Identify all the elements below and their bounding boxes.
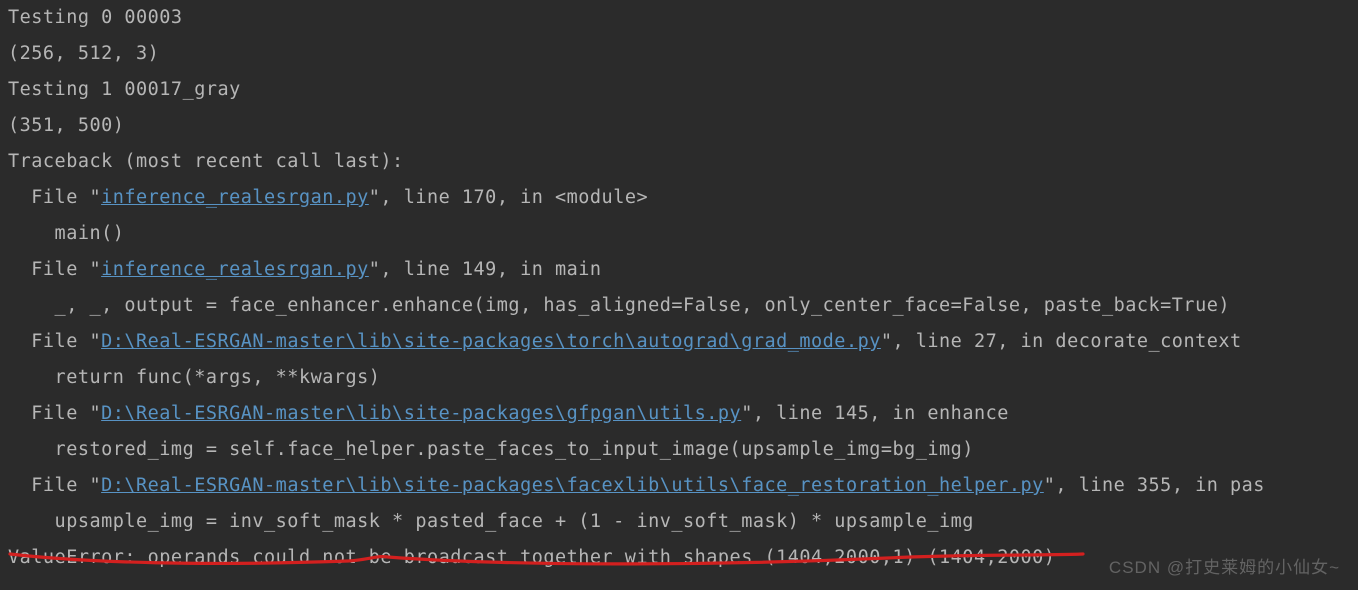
console-text: File " [8,187,101,208]
console-output[interactable]: Testing 0 00003 (256, 512, 3) Testing 1 … [0,0,1358,576]
console-text: ", line 27, in decorate_context [881,331,1242,352]
console-text: ", line 145, in enhance [741,403,1009,424]
console-text: Testing 0 00003 [8,7,183,28]
console-text: main() [8,223,124,244]
console-text: restored_img = self.face_helper.paste_fa… [8,439,974,460]
console-text: File " [8,259,101,280]
console-text: ", line 355, in pas [1044,475,1265,496]
console-text: (351, 500) [8,115,124,136]
console-text: upsample_img = inv_soft_mask * pasted_fa… [8,511,974,532]
console-text: _, _, output = face_enhancer.enhance(img… [8,295,1230,316]
console-text: Testing 1 00017_gray [8,79,241,100]
source-file-link[interactable]: inference_realesrgan.py [101,259,369,280]
console-text: ", line 170, in <module> [369,187,648,208]
source-file-link[interactable]: D:\Real-ESRGAN-master\lib\site-packages\… [101,331,881,352]
console-text: ", line 149, in main [369,259,602,280]
console-text: File " [8,403,101,424]
console-text: ValueError: operands could not be broadc… [8,547,1067,568]
console-text: (256, 512, 3) [8,43,159,64]
console-text: File " [8,475,101,496]
console-text: return func(*args, **kwargs) [8,367,380,388]
console-text: Traceback (most recent call last): [8,151,404,172]
source-file-link[interactable]: D:\Real-ESRGAN-master\lib\site-packages\… [101,475,1044,496]
source-file-link[interactable]: inference_realesrgan.py [101,187,369,208]
source-file-link[interactable]: D:\Real-ESRGAN-master\lib\site-packages\… [101,403,741,424]
console-text: File " [8,331,101,352]
